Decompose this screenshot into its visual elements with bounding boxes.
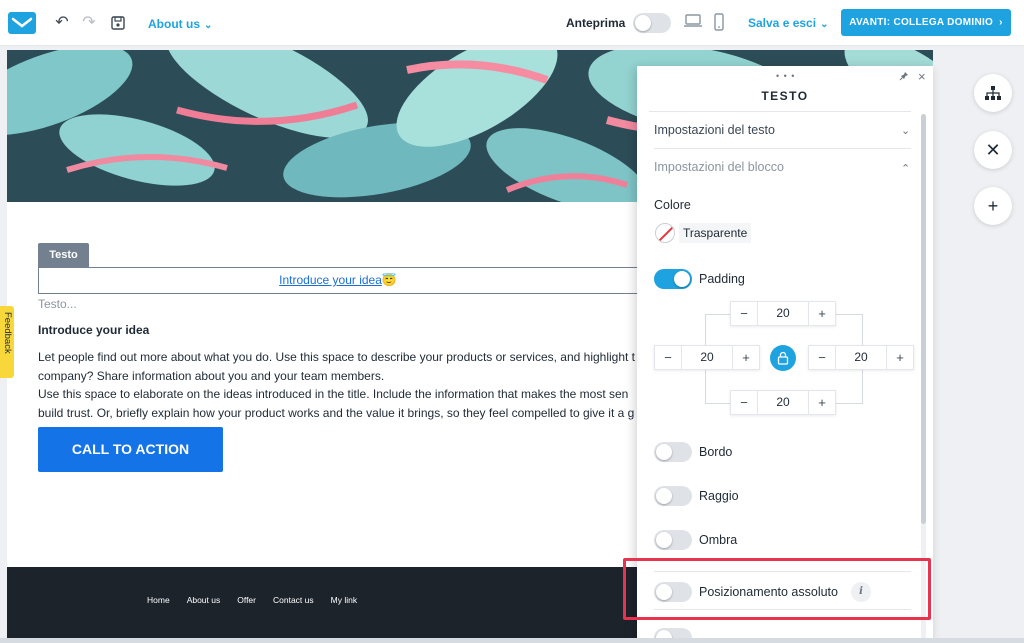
- add-element-button[interactable]: +: [974, 187, 1012, 225]
- increase-button[interactable]: +: [733, 346, 759, 369]
- text-settings-section[interactable]: Impostazioni del testo: [654, 123, 775, 137]
- plus-icon: +: [987, 196, 999, 216]
- padding-right-stepper[interactable]: − 20 +: [808, 345, 914, 370]
- toggle-knob: [656, 532, 672, 548]
- feedback-tab[interactable]: Feedback: [0, 306, 14, 378]
- color-value: Trasparente: [679, 223, 752, 243]
- footer-nav: Home About us Offer Contact us My link: [147, 595, 357, 605]
- block-settings-section[interactable]: Impostazioni del blocco: [654, 160, 784, 174]
- sitemap-button[interactable]: [974, 74, 1012, 112]
- chevron-down-icon[interactable]: ⌄: [901, 124, 910, 137]
- increase-button[interactable]: +: [809, 391, 835, 414]
- color-picker[interactable]: Trasparente: [654, 220, 752, 246]
- footer-link-my-link[interactable]: My link: [331, 595, 357, 605]
- padding-left-stepper[interactable]: − 20 +: [654, 345, 760, 370]
- feedback-label: Feedback: [2, 312, 13, 354]
- chevron-right-icon: ›: [999, 17, 1003, 28]
- call-to-action-button[interactable]: CALL TO ACTION: [38, 427, 223, 472]
- radius-toggle[interactable]: [654, 486, 692, 506]
- highlight-box: [623, 558, 931, 620]
- intro-link[interactable]: Introduce your idea: [279, 273, 382, 287]
- intro-paragraph[interactable]: Let people find out more about what you …: [38, 348, 658, 422]
- page-select-dropdown[interactable]: About us ⌄: [148, 17, 212, 31]
- close-editor-button[interactable]: ✕: [974, 131, 1012, 169]
- decrease-button[interactable]: −: [731, 302, 757, 325]
- pin-icon[interactable]: [899, 71, 909, 84]
- decrease-button[interactable]: −: [731, 391, 757, 414]
- footer-link-home[interactable]: Home: [147, 595, 170, 605]
- padding-right-value[interactable]: 20: [835, 346, 887, 369]
- save-icon[interactable]: [109, 14, 127, 32]
- toggle-knob: [656, 444, 672, 460]
- padding-bottom-stepper[interactable]: − 20 +: [730, 390, 836, 415]
- bottom-scrollbar[interactable]: [0, 638, 1024, 643]
- border-toggle[interactable]: [654, 442, 692, 462]
- transparent-swatch-icon: [655, 223, 675, 243]
- close-icon[interactable]: ×: [918, 69, 926, 84]
- decrease-button[interactable]: −: [655, 346, 681, 369]
- preview-label: Anteprima: [566, 16, 626, 30]
- shadow-toggle[interactable]: [654, 530, 692, 550]
- sitemap-icon: [985, 86, 1001, 100]
- next-connect-domain-button[interactable]: AVANTI: COLLEGA DOMINIO ›: [841, 9, 1011, 36]
- increase-button[interactable]: +: [809, 302, 835, 325]
- redo-icon[interactable]: ↷: [80, 14, 98, 32]
- padding-bottom-value[interactable]: 20: [757, 391, 809, 414]
- page-select-label: About us: [148, 17, 200, 31]
- footer-link-offer[interactable]: Offer: [237, 595, 256, 605]
- save-and-exit-label: Salva e esci: [748, 16, 817, 30]
- text-block-tag[interactable]: Testo: [38, 243, 89, 268]
- padding-top-value[interactable]: 20: [757, 302, 809, 325]
- decrease-button[interactable]: −: [809, 346, 835, 369]
- desktop-view-icon[interactable]: [684, 13, 702, 34]
- paragraph-line: Use this space to elaborate on the ideas…: [38, 387, 629, 401]
- text-block-selected[interactable]: Introduce your idea😇: [38, 267, 638, 294]
- toggle-knob: [674, 271, 690, 287]
- intro-heading[interactable]: Introduce your idea: [38, 323, 149, 337]
- chevron-up-icon[interactable]: ⌃: [901, 162, 910, 175]
- padding-top-stepper[interactable]: − 20 +: [730, 301, 836, 326]
- save-and-exit-menu[interactable]: Salva e esci ⌄: [748, 16, 828, 30]
- paragraph-line: company? Share information about you and…: [38, 368, 385, 383]
- close-icon: ✕: [985, 140, 1001, 160]
- footer-link-contact-us[interactable]: Contact us: [273, 595, 314, 605]
- angel-emoji: 😇: [381, 273, 397, 287]
- text-placeholder[interactable]: Testo...: [38, 297, 77, 311]
- shadow-label: Ombra: [699, 533, 738, 547]
- chevron-down-icon: ⌄: [204, 20, 213, 31]
- color-label: Colore: [654, 198, 691, 212]
- scrollbar-thumb[interactable]: [921, 114, 926, 524]
- getresponse-logo[interactable]: [8, 12, 36, 34]
- radius-label: Raggio: [699, 489, 739, 503]
- preview-toggle[interactable]: [633, 13, 671, 33]
- toggle-knob: [635, 15, 651, 31]
- divider: [654, 148, 911, 149]
- padding-toggle[interactable]: [654, 269, 692, 289]
- panel-title: TESTO: [761, 89, 809, 103]
- drag-handle-icon[interactable]: • • •: [776, 71, 795, 81]
- undo-icon[interactable]: ↶: [53, 14, 71, 32]
- padding-left-value[interactable]: 20: [681, 346, 733, 369]
- toggle-knob: [656, 488, 672, 504]
- chevron-down-icon: ⌄: [820, 19, 829, 30]
- paragraph-line: Let people find out more about what you …: [38, 350, 636, 364]
- increase-button[interactable]: +: [887, 346, 913, 369]
- border-label: Bordo: [699, 445, 733, 459]
- mobile-view-icon[interactable]: [714, 13, 724, 36]
- top-toolbar: ↶ ↷ About us ⌄ Anteprima Salva e esci ⌄ AV…: [0, 0, 1024, 46]
- lock-icon[interactable]: [770, 345, 796, 371]
- footer-link-about-us[interactable]: About us: [187, 595, 221, 605]
- paragraph-line: build trust. Or, briefly explain how you…: [38, 405, 635, 420]
- divider: [649, 111, 911, 112]
- padding-label: Padding: [699, 272, 745, 286]
- text-settings-panel: • • • × TESTO Impostazioni del testo ⌄ I…: [637, 66, 933, 643]
- next-button-label: AVANTI: COLLEGA DOMINIO: [849, 17, 994, 28]
